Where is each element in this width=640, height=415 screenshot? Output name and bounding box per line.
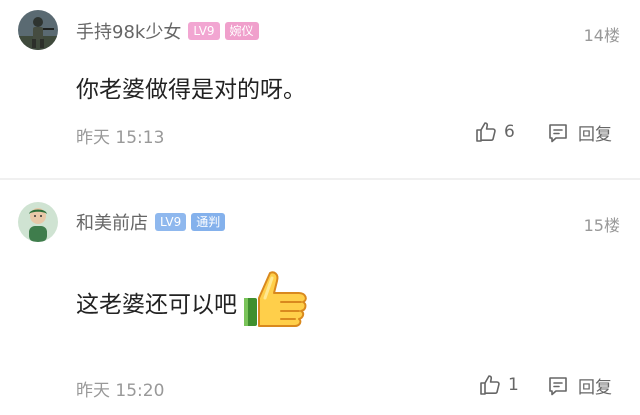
thumbs-up-icon bbox=[476, 122, 496, 142]
user-info-row: 手持98k少女 LV9 婉仪 bbox=[76, 19, 264, 43]
reply-button[interactable]: 回复 bbox=[546, 373, 612, 398]
title-badge: 通判 bbox=[191, 213, 226, 231]
comment-icon bbox=[549, 376, 567, 395]
comment-icon bbox=[549, 123, 567, 142]
title-badge: 婉仪 bbox=[224, 22, 259, 40]
child-avatar-icon bbox=[18, 202, 58, 242]
floor-number: 14楼 bbox=[583, 26, 620, 45]
comment-text-body: 你老婆做得是对的呀。 bbox=[76, 77, 306, 103]
username[interactable]: 和美前店 bbox=[76, 209, 148, 235]
user-avatar[interactable] bbox=[18, 202, 58, 242]
comment-item: 和美前店 LV9 通判 15楼 这老婆还可以吧 昨天 15:20 1 回复 bbox=[0, 180, 640, 415]
like-count: 1 bbox=[508, 375, 519, 395]
timestamp: 昨天 15:20 bbox=[76, 381, 165, 401]
reply-label: 回复 bbox=[578, 125, 612, 145]
level-badge: LV9 bbox=[188, 22, 220, 40]
reply-button[interactable]: 回复 bbox=[546, 120, 612, 145]
reply-label: 回复 bbox=[578, 378, 612, 398]
level-badge: LV9 bbox=[155, 213, 187, 231]
like-count: 6 bbox=[504, 122, 515, 142]
thumbs-up-emoji bbox=[241, 268, 311, 336]
like-button[interactable]: 6 bbox=[474, 120, 515, 144]
user-info-row: 和美前店 LV9 通判 bbox=[76, 210, 230, 234]
comment-text-body: 这老婆还可以吧 bbox=[76, 292, 237, 318]
comment-item: 手持98k少女 LV9 婉仪 14楼 你老婆做得是对的呀。 昨天 15:13 6… bbox=[0, 0, 640, 178]
thumbs-up-icon bbox=[480, 375, 500, 395]
timestamp: 昨天 15:13 bbox=[76, 128, 165, 148]
soldier-avatar-icon bbox=[18, 10, 58, 50]
like-button[interactable]: 1 bbox=[478, 373, 519, 397]
floor-number: 15楼 bbox=[583, 216, 620, 235]
comment-text: 你老婆做得是对的呀。 bbox=[76, 70, 306, 104]
username[interactable]: 手持98k少女 bbox=[76, 18, 181, 44]
user-avatar[interactable] bbox=[18, 10, 58, 50]
comment-text: 这老婆还可以吧 bbox=[76, 268, 311, 336]
